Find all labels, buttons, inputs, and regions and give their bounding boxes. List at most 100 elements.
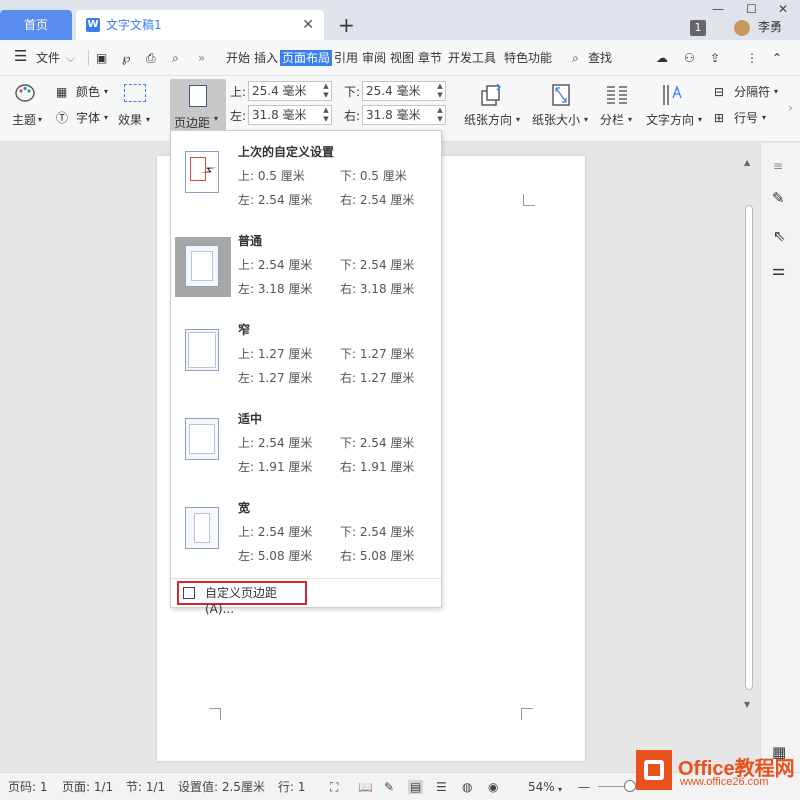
effects-icon[interactable] bbox=[124, 84, 146, 102]
line-numbers-icon[interactable]: ⊞ bbox=[714, 110, 724, 126]
reading-mode-icon[interactable]: 📖 bbox=[358, 780, 373, 794]
fullscreen-icon[interactable]: ⛶ bbox=[330, 780, 338, 794]
theme-button[interactable]: 主题 bbox=[12, 112, 36, 128]
breaks-button[interactable]: 分隔符 bbox=[734, 84, 770, 100]
save-icon[interactable]: ▣ bbox=[96, 50, 107, 66]
theme-dropdown-icon[interactable]: ▾ bbox=[38, 112, 42, 128]
menu-item-developer[interactable]: 开发工具 bbox=[448, 50, 496, 66]
avatar[interactable] bbox=[734, 20, 750, 36]
zoom-dropdown-icon[interactable]: ▾ bbox=[558, 783, 562, 797]
menu-item-chapter[interactable]: 章节 bbox=[418, 50, 442, 66]
pen-icon[interactable]: ✎ bbox=[384, 780, 394, 794]
zoom-level[interactable]: 54% bbox=[528, 780, 555, 794]
more-options-icon[interactable]: ⋮ bbox=[746, 50, 758, 66]
font-theme-icon[interactable]: Ⓣ bbox=[56, 110, 68, 126]
margin-preset-last-custom[interactable]: ⚡ 上次的自定义设置 上: 0.5 厘米 下: 0.5 厘米 左: 2.54 厘… bbox=[171, 143, 443, 223]
margin-preset-wide[interactable]: 宽 上: 2.54 厘米 下: 2.54 厘米 左: 5.08 厘米 右: 5.… bbox=[171, 499, 443, 579]
color-dropdown-icon[interactable]: ▾ bbox=[104, 84, 108, 100]
menu-item-view[interactable]: 视图 bbox=[390, 50, 414, 66]
orientation-dropdown-icon[interactable]: ▾ bbox=[516, 112, 520, 128]
custom-margins-button[interactable]: 自定义页边距(A)... bbox=[177, 581, 307, 616]
spinner-arrows-icon[interactable]: ▲ ▼ bbox=[321, 106, 331, 124]
font-dropdown-icon[interactable]: ▾ bbox=[104, 110, 108, 126]
web-view-icon[interactable]: ◍ bbox=[462, 780, 472, 794]
bottom-margin-input[interactable]: 25.4 毫米 ▲ ▼ bbox=[362, 81, 446, 101]
columns-button[interactable]: 分栏 bbox=[600, 112, 624, 128]
menu-item-page-layout[interactable]: 页面布局 bbox=[280, 50, 333, 66]
collapse-ribbon-icon[interactable]: ⌃ bbox=[772, 50, 782, 66]
select-cursor-icon[interactable]: ⇖ bbox=[773, 227, 786, 245]
search-label[interactable]: 查找 bbox=[588, 50, 612, 66]
search-icon[interactable]: ⌕ bbox=[572, 50, 579, 66]
close-window-icon[interactable]: ✕ bbox=[778, 2, 788, 16]
columns-icon[interactable] bbox=[604, 82, 630, 108]
username[interactable]: 李勇 bbox=[758, 18, 782, 35]
spinner-arrows-icon[interactable]: ▲ ▼ bbox=[321, 82, 331, 100]
effects-button[interactable]: 效果 bbox=[118, 112, 142, 128]
status-line[interactable]: 行: 1 bbox=[278, 780, 306, 794]
status-pages[interactable]: 页面: 1/1 bbox=[62, 780, 113, 794]
print-icon[interactable]: ⎙ bbox=[146, 50, 156, 66]
eye-protection-icon[interactable]: ◉ bbox=[488, 780, 498, 794]
edit-icon[interactable]: ✎ bbox=[772, 189, 785, 207]
orientation-icon[interactable] bbox=[478, 82, 504, 108]
tab-document[interactable]: W 文字文稿1 ✕ bbox=[76, 10, 324, 40]
zoom-out-icon[interactable]: — bbox=[578, 780, 590, 794]
line-numbers-dropdown-icon[interactable]: ▾ bbox=[762, 110, 766, 126]
spinner-arrows-icon[interactable]: ▲ ▼ bbox=[435, 106, 445, 124]
status-section[interactable]: 节: 1/1 bbox=[126, 780, 165, 794]
margin-preset-moderate[interactable]: 适中 上: 2.54 厘米 下: 2.54 厘米 左: 1.91 厘米 右: 1… bbox=[171, 410, 443, 490]
menu-item-features[interactable]: 特色功能 bbox=[504, 50, 552, 66]
left-margin-input[interactable]: 31.8 毫米 ▲ ▼ bbox=[248, 105, 332, 125]
collaborate-icon[interactable]: ⚇ bbox=[684, 50, 695, 66]
maximize-icon[interactable]: ☐ bbox=[746, 2, 757, 16]
new-tab-button[interactable]: + bbox=[338, 12, 355, 38]
menu-item-insert[interactable]: 插入 bbox=[254, 50, 278, 66]
scroll-down-icon[interactable]: ▼ bbox=[744, 700, 750, 709]
status-page-code[interactable]: 页码: 1 bbox=[8, 780, 48, 794]
cloud-icon[interactable]: ☁ bbox=[656, 50, 668, 66]
paper-size-button[interactable]: 纸张大小 bbox=[532, 112, 580, 128]
menu-item-start[interactable]: 开始 bbox=[226, 50, 250, 66]
color-icon[interactable]: ▦ bbox=[56, 84, 67, 100]
line-numbers-button[interactable]: 行号 bbox=[734, 110, 758, 126]
share-icon[interactable]: ⇪ bbox=[710, 50, 720, 66]
outline-view-icon[interactable]: ☰ bbox=[436, 780, 447, 794]
menu-item-references[interactable]: 引用 bbox=[334, 50, 358, 66]
effects-dropdown-icon[interactable]: ▾ bbox=[146, 112, 150, 128]
text-direction-dropdown-icon[interactable]: ▾ bbox=[698, 112, 702, 128]
margin-preset-normal[interactable]: 普通 上: 2.54 厘米 下: 2.54 厘米 左: 3.18 厘米 右: 3… bbox=[171, 232, 443, 312]
settings-sliders-icon[interactable]: ⚌ bbox=[772, 261, 785, 279]
window-count-badge[interactable]: 1 bbox=[690, 20, 706, 36]
spinner-arrows-icon[interactable]: ▲ ▼ bbox=[435, 82, 445, 100]
status-setting-value[interactable]: 设置值: 2.5厘米 bbox=[178, 780, 265, 794]
orientation-button[interactable]: 纸张方向 bbox=[464, 112, 512, 128]
panel-handle-icon[interactable]: ≡ bbox=[773, 159, 783, 173]
paper-size-icon[interactable] bbox=[548, 82, 574, 108]
right-margin-input[interactable]: 31.8 毫米 ▲ ▼ bbox=[362, 105, 446, 125]
scroll-up-icon[interactable]: ▲ bbox=[744, 158, 750, 167]
color-button[interactable]: 颜色 bbox=[76, 84, 100, 100]
more-icon[interactable]: » bbox=[198, 50, 205, 66]
theme-icon[interactable] bbox=[14, 82, 36, 104]
tab-home[interactable]: 首页 bbox=[0, 10, 72, 40]
menu-hamburger-icon[interactable]: ☰ bbox=[14, 48, 27, 64]
scrollbar-thumb[interactable] bbox=[745, 205, 753, 690]
font-button[interactable]: 字体 bbox=[76, 110, 100, 126]
columns-dropdown-icon[interactable]: ▾ bbox=[628, 112, 632, 128]
top-margin-input[interactable]: 25.4 毫米 ▲ ▼ bbox=[248, 81, 332, 101]
breaks-icon[interactable]: ⊟ bbox=[714, 84, 724, 100]
menu-file[interactable]: 文件 bbox=[36, 50, 60, 66]
page-view-icon[interactable]: ▤ bbox=[408, 780, 424, 794]
text-direction-button[interactable]: 文字方向 bbox=[646, 112, 694, 128]
margin-preset-narrow[interactable]: 窄 上: 1.27 厘米 下: 1.27 厘米 左: 1.27 厘米 右: 1.… bbox=[171, 321, 443, 401]
close-tab-icon[interactable]: ✕ bbox=[302, 10, 314, 40]
print-preview-icon[interactable]: ⌕ bbox=[172, 50, 179, 66]
paper-size-dropdown-icon[interactable]: ▾ bbox=[584, 112, 588, 128]
breaks-dropdown-icon[interactable]: ▾ bbox=[774, 84, 778, 100]
vertical-scrollbar[interactable]: ▲ ▼ bbox=[742, 158, 754, 709]
quick-format-icon[interactable]: ℘ bbox=[122, 50, 130, 66]
minimize-icon[interactable]: — bbox=[712, 2, 724, 16]
menu-item-review[interactable]: 审阅 bbox=[362, 50, 386, 66]
chevron-down-icon[interactable]: ⌵ bbox=[66, 50, 75, 66]
